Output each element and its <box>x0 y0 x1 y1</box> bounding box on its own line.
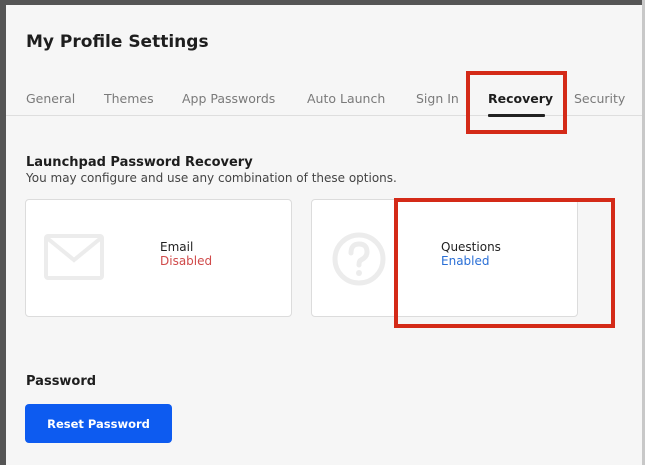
tab-recovery[interactable]: Recovery <box>488 91 553 106</box>
tab-auto-launch[interactable]: Auto Launch <box>307 91 385 106</box>
questions-option-label: Questions <box>441 240 501 254</box>
tab-app-passwords[interactable]: App Passwords <box>182 91 275 106</box>
section-title: Launchpad Password Recovery <box>26 155 253 170</box>
email-option-label: Email <box>160 240 194 254</box>
section-description: You may configure and use any combinatio… <box>26 171 397 185</box>
page-title: My Profile Settings <box>26 32 209 52</box>
tab-general[interactable]: General <box>26 91 75 106</box>
questions-recovery-card[interactable]: Questions Enabled <box>311 199 578 317</box>
active-tab-indicator <box>488 114 545 117</box>
questions-status: Enabled <box>441 254 490 268</box>
email-recovery-card[interactable]: Email Disabled <box>25 199 292 317</box>
tab-bar: General Themes App Passwords Auto Launch… <box>6 91 642 115</box>
settings-panel: My Profile Settings General Themes App P… <box>6 5 642 465</box>
password-section-title: Password <box>26 374 97 389</box>
question-circle-icon <box>332 232 386 290</box>
tab-themes[interactable]: Themes <box>104 91 154 106</box>
envelope-icon <box>44 234 104 284</box>
tabs-divider <box>6 115 642 116</box>
reset-password-button[interactable]: Reset Password <box>25 404 172 443</box>
tab-sign-in[interactable]: Sign In <box>416 91 459 106</box>
tab-security[interactable]: Security <box>574 91 625 106</box>
email-status: Disabled <box>160 254 213 268</box>
